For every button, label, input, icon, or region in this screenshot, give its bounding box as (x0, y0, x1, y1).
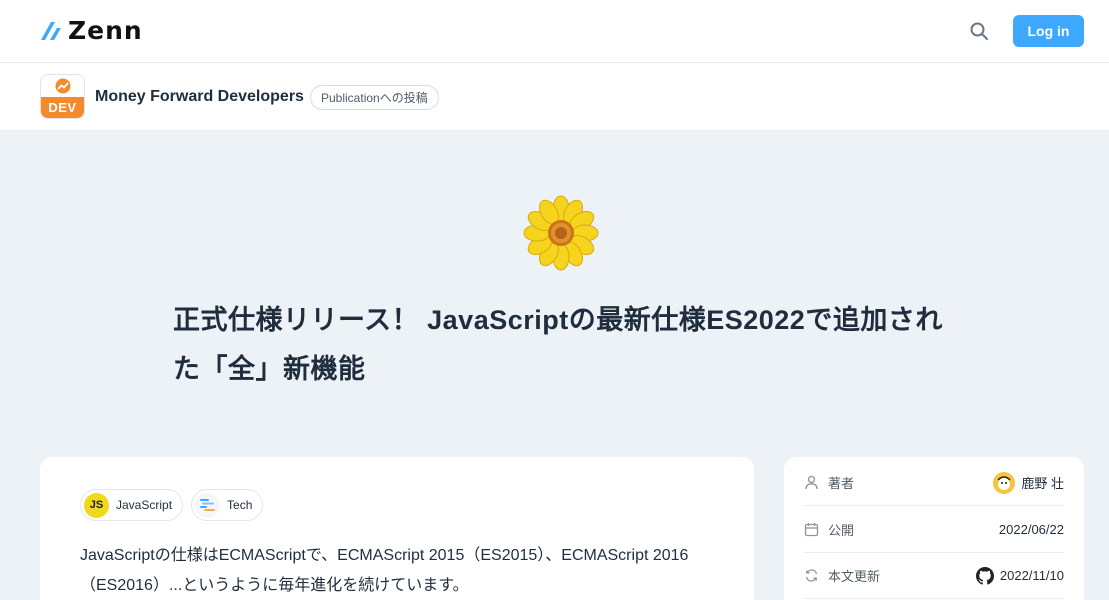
topic-tech[interactable]: Tech (191, 489, 264, 521)
topic-label: Tech (227, 498, 253, 512)
updated-date: 2022/11/10 (999, 568, 1064, 583)
published-row: 公開 2022/06/22 (804, 507, 1064, 553)
article-meta-card: 著者 鹿野 壮 公開 2022/06/22 本文更新 2022/11/10 (784, 457, 1084, 600)
tech-icon (195, 492, 221, 518)
search-button[interactable] (966, 18, 992, 44)
publication-badge: Publicationへの投稿 (310, 85, 439, 110)
calendar-icon (804, 523, 819, 537)
publication-logo-label: DEV (41, 97, 84, 118)
zenn-logo-icon (41, 22, 61, 40)
refresh-icon (805, 569, 818, 582)
login-button[interactable]: Log in (1013, 15, 1084, 47)
person-icon (805, 475, 818, 490)
author-link[interactable]: 鹿野 壮 (993, 471, 1064, 494)
updated-row: 本文更新 2022/11/10 (804, 553, 1064, 599)
author-label: 著者 (828, 476, 855, 491)
topic-list: JS JavaScript Tech (80, 489, 264, 521)
updated-label: 本文更新 (828, 569, 881, 584)
author-name: 鹿野 壮 (1021, 476, 1064, 491)
search-icon (970, 22, 988, 40)
article-card: JS JavaScript Tech JavaScriptの仕様はECMAScr… (40, 457, 754, 600)
author-row: 著者 鹿野 壮 (804, 460, 1064, 506)
avatar (993, 471, 1016, 494)
publication-logo-mark (41, 75, 84, 97)
article-title: 正式仕様リリース！ JavaScriptの最新仕様ES2022で追加された「全」… (173, 305, 943, 384)
site-header: Zenn Log in (0, 0, 1109, 63)
article-body: JavaScriptの仕様はECMAScriptで、ECMAScript 201… (80, 547, 689, 594)
github-icon (975, 566, 994, 585)
sunflower-emoji (523, 195, 599, 271)
publication-name[interactable]: Money Forward Developers (95, 87, 304, 107)
javascript-icon: JS (84, 492, 109, 518)
topic-javascript[interactable]: JS JavaScript (80, 489, 184, 521)
zenn-logo[interactable]: Zenn (40, 17, 143, 45)
publication-logo[interactable]: DEV (40, 74, 85, 119)
published-label: 公開 (828, 523, 855, 538)
publication-bar: DEV Money Forward Developers Publication… (0, 63, 1109, 131)
published-date: 2022/06/22 (998, 522, 1064, 537)
update-history-link[interactable]: 2022/11/10 (975, 566, 1064, 585)
topic-label: JavaScript (116, 498, 173, 512)
logo-text: Zenn (68, 16, 143, 45)
chart-up-icon (55, 78, 70, 94)
